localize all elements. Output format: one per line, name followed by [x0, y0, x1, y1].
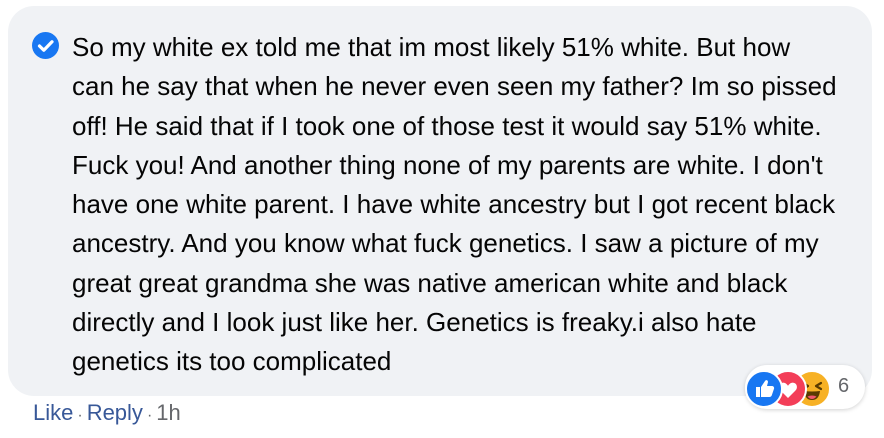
like-link[interactable]: Like	[33, 400, 73, 425]
separator: ·	[146, 407, 153, 424]
comment-line: great great grandma she was native ameri…	[72, 267, 788, 298]
reply-link[interactable]: Reply	[87, 400, 143, 425]
timestamp-link[interactable]: 1h	[156, 400, 180, 425]
reaction-count: 6	[838, 375, 850, 397]
comment-line: Fuck you! And another thing none of my p…	[72, 149, 823, 180]
comment-line: off! He said that if I took one of those…	[72, 110, 822, 141]
comment-line: can he say that when he never even seen …	[72, 71, 837, 102]
comment-bubble: So my white ex told me that im most like…	[8, 6, 872, 396]
comment-line: have one white parent. I have white ance…	[72, 189, 836, 220]
comment-actions: Like · Reply · 1h	[33, 400, 181, 426]
comment-line: genetics its too complicated	[72, 346, 392, 377]
reactions-summary[interactable]: 6	[745, 365, 865, 409]
comment-line: So my white ex told me that im most like…	[72, 32, 791, 62]
comment-line: directly and I look just like her. Genet…	[72, 307, 757, 338]
like-icon	[745, 370, 783, 408]
comment-text: So my white ex told me that im most like…	[34, 28, 864, 382]
comment-line: ancestry. And you know what fuck genetic…	[72, 228, 819, 259]
separator: ·	[77, 407, 83, 424]
